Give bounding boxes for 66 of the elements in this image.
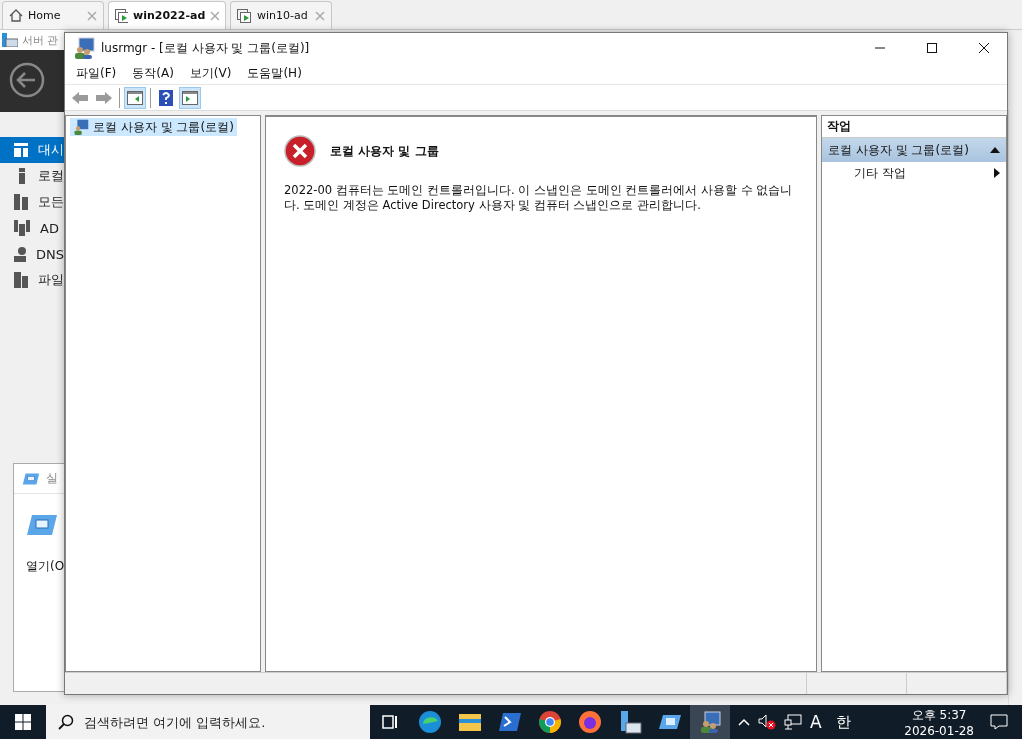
- run-window-icon: [26, 514, 58, 536]
- task-view-icon: [382, 714, 398, 730]
- users-computer-icon: [73, 37, 95, 59]
- ime-language-indicator[interactable]: 한: [835, 712, 851, 732]
- error-message: 2022-00 컴퓨터는 도메인 컨트롤러입니다. 이 스냅인은 도메인 컨트롤러에서 사용할 수 없습니다. 도메인 계정은 Active Directory 사용자 및 컴퓨터 스냅인으로 관리합니다.: [284, 183, 794, 213]
- clock[interactable]: 오후 5:37 2026-01-28: [896, 706, 982, 738]
- back-arrow-icon: [71, 90, 89, 105]
- servers-icon: [14, 194, 28, 210]
- server-toolbox-icon: [618, 710, 642, 734]
- window-title: lusrmgr - [로컬 사용자 및 그룹(로컬)]: [101, 39, 311, 57]
- search-icon: [58, 714, 74, 730]
- toolbox-icon: [2, 33, 18, 47]
- notification-icon[interactable]: [990, 714, 1008, 730]
- menu-item[interactable]: 도움말(H): [240, 63, 309, 84]
- chevron-up-icon[interactable]: [738, 718, 750, 726]
- nav-item[interactable]: 파일: [0, 267, 64, 293]
- nav-item[interactable]: 대시: [0, 137, 64, 163]
- chrome-icon: [538, 710, 562, 734]
- folder-icon: [458, 711, 482, 733]
- search-field[interactable]: 검색하려면 여기에 입력하세요.: [46, 705, 370, 739]
- menu-item[interactable]: 보기(V): [182, 63, 239, 84]
- tree-pane-icon: [127, 90, 143, 105]
- tree-item[interactable]: 로컬 사용자 및 그룹(로컬): [70, 118, 237, 136]
- nav-item[interactable]: 모든: [0, 189, 64, 215]
- action-section[interactable]: 로컬 사용자 및 그룹(로컬): [822, 138, 1006, 162]
- dns-server-icon: [14, 246, 26, 262]
- input-mode-indicator[interactable]: A: [810, 712, 822, 732]
- nav-item[interactable]: DNS: [0, 241, 64, 267]
- users-computer-icon: [73, 119, 89, 135]
- collapse-icon: [990, 147, 1000, 153]
- toolbar-button[interactable]: [124, 86, 146, 109]
- nav-item[interactable]: 로컬: [0, 163, 64, 189]
- vm-tab[interactable]: win2022-ad: [108, 1, 226, 29]
- grid-icon: [14, 143, 28, 157]
- action-pane-icon: [182, 90, 198, 105]
- vm-tab[interactable]: Home: [2, 1, 104, 29]
- forward-arrow-icon: [95, 90, 113, 105]
- open-label: 열기(O: [26, 558, 66, 575]
- vm-icon: [115, 8, 129, 23]
- edge-icon: [418, 710, 442, 734]
- speaker-muted-icon[interactable]: [758, 714, 776, 730]
- nav-item[interactable]: AD: [0, 215, 64, 241]
- back-circle-icon: [9, 62, 45, 98]
- run-window-icon: [22, 472, 40, 485]
- users-computer-icon: [699, 711, 721, 733]
- terminal-icon: [498, 711, 522, 733]
- vm-icon: [237, 8, 252, 23]
- menu-item[interactable]: 파일(F): [69, 63, 124, 84]
- action-item[interactable]: 기타 작업: [822, 162, 1006, 184]
- firefox-icon: [578, 710, 602, 734]
- error-icon: [284, 135, 316, 167]
- error-heading: 로컬 사용자 및 그룹: [330, 142, 439, 160]
- home-icon: [9, 9, 23, 22]
- panel-title: 실: [46, 470, 58, 487]
- maximize-icon: [927, 43, 937, 53]
- directory-icon: [14, 220, 30, 236]
- menu-item[interactable]: 동작(A): [125, 63, 181, 84]
- toolbar-button[interactable]: [179, 86, 201, 109]
- file-server-icon: [14, 272, 28, 288]
- app-title: 서버 관: [22, 32, 59, 48]
- close-icon: [979, 43, 989, 53]
- help-icon: [159, 89, 173, 106]
- windows-logo-icon: [15, 714, 31, 730]
- vm-tab[interactable]: win10-ad: [230, 1, 332, 29]
- window-icon: [658, 712, 682, 732]
- network-icon[interactable]: [784, 714, 802, 730]
